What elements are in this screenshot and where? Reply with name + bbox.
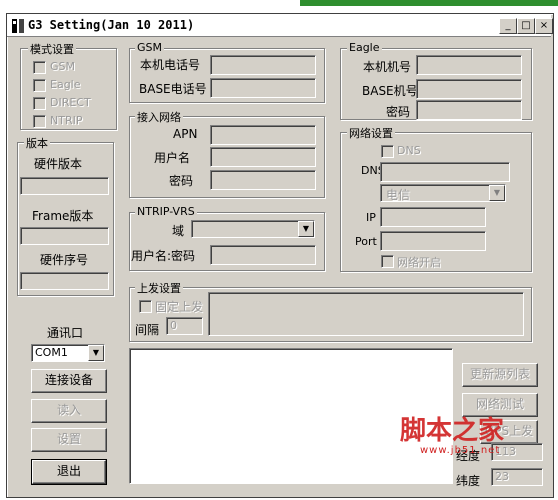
network-settings-group-title: 网络设置 — [347, 125, 395, 141]
password-label: 密码 — [169, 174, 194, 188]
chevron-down-icon[interactable]: ▼ — [298, 221, 314, 237]
eagle-password-label: 密码 — [386, 105, 411, 119]
comm-port-value: COM1 — [35, 346, 68, 359]
base-phone-label: BASE电话号 — [139, 82, 207, 96]
domain-label: 域 — [172, 224, 185, 238]
user-password-label: 用户名:密码 — [131, 249, 196, 263]
local-phone-label: 本机电话号 — [140, 58, 201, 72]
window-title: G3 Setting(Jan 10 2011) — [28, 18, 195, 32]
chevron-down-icon[interactable]: ▼ — [88, 345, 104, 361]
frame-version-label: Frame版本 — [32, 209, 94, 223]
ntrip-label: NTRIP — [50, 114, 83, 127]
username-field[interactable] — [210, 147, 316, 167]
eagle-label: Eagle — [50, 78, 81, 91]
eagle-group-title: Eagle — [347, 41, 382, 54]
fixed-upload-checkbox[interactable] — [139, 300, 152, 313]
dns-checkbox-label: DNS — [397, 144, 421, 157]
hardware-version-label: 硬件版本 — [34, 157, 83, 171]
apn-label: APN — [173, 127, 198, 141]
settings-button[interactable]: 设置 — [31, 428, 107, 452]
latitude-field[interactable]: 23 — [491, 468, 543, 486]
connect-device-button[interactable]: 连接设备 — [31, 369, 107, 393]
dns-field[interactable] — [380, 162, 510, 182]
latitude-label: 纬度 — [456, 474, 481, 488]
network-open-checkbox[interactable] — [381, 255, 394, 268]
close-button[interactable]: × — [535, 18, 553, 34]
frame-version-field — [20, 227, 109, 245]
ntrip-group-title: NTRIP-VRS — [135, 205, 197, 218]
ip-field[interactable] — [380, 207, 486, 227]
eagle-password-field[interactable] — [416, 100, 522, 120]
apn-field[interactable] — [210, 125, 316, 145]
base-machine-field[interactable] — [416, 79, 522, 99]
read-button[interactable]: 读入 — [31, 399, 107, 423]
machine-number-label: 本机机号 — [363, 60, 412, 74]
app-icon — [12, 19, 24, 33]
background-green-bar — [300, 0, 558, 6]
upload-content-area[interactable] — [208, 292, 524, 336]
watermark-url: www.jb51.net — [420, 445, 501, 456]
interval-field[interactable]: 0 — [166, 317, 203, 335]
gsm-group-title: GSM — [135, 41, 164, 54]
hardware-serial-label: 硬件序号 — [40, 253, 89, 267]
latitude-value: 23 — [495, 470, 509, 483]
dns-checkbox[interactable] — [381, 145, 394, 158]
domain-select[interactable]: ▼ — [191, 220, 315, 238]
local-phone-field[interactable] — [210, 55, 316, 75]
watermark-logo: 脚本之家 — [400, 416, 505, 446]
hardware-serial-field — [20, 272, 109, 290]
direct-label: DIRECT — [50, 96, 91, 109]
fixed-upload-label: 固定上发 — [155, 300, 204, 314]
maximize-button[interactable]: □ — [517, 18, 535, 34]
eagle-checkbox[interactable] — [33, 79, 46, 92]
carrier-value: 电信 — [386, 188, 411, 202]
machine-number-field[interactable] — [416, 55, 522, 75]
mode-group-title: 模式设置 — [28, 41, 76, 57]
carrier-select[interactable]: 电信 ▼ — [380, 184, 506, 202]
direct-checkbox[interactable] — [33, 97, 46, 110]
hardware-version-field — [20, 177, 109, 195]
interval-value: 0 — [170, 319, 177, 332]
comm-port-label: 通讯口 — [47, 326, 84, 340]
gsm-checkbox[interactable] — [33, 61, 46, 74]
version-group-title: 版本 — [24, 135, 50, 151]
port-label: Port — [355, 235, 377, 248]
exit-button[interactable]: 退出 — [31, 459, 107, 485]
ntrip-checkbox[interactable] — [33, 115, 46, 128]
comm-port-select[interactable]: COM1 ▼ — [31, 344, 105, 362]
username-label: 用户名 — [154, 151, 191, 165]
network-open-label: 网络开启 — [397, 256, 441, 269]
network-settings-group — [340, 132, 532, 272]
ip-label: IP — [366, 211, 376, 224]
user-password-field[interactable] — [210, 245, 316, 265]
port-field[interactable] — [380, 231, 486, 251]
minimize-button[interactable]: _ — [499, 18, 517, 34]
access-network-group-title: 接入网络 — [135, 109, 183, 125]
upload-settings-group-title: 上发设置 — [135, 280, 183, 296]
chevron-down-icon[interactable]: ▼ — [489, 185, 505, 201]
password-field[interactable] — [210, 170, 316, 190]
gsm-label: GSM — [50, 60, 75, 73]
update-source-list-button[interactable]: 更新源列表 — [462, 363, 538, 387]
interval-label: 间隔 — [135, 323, 160, 337]
base-machine-label: BASE机号 — [362, 84, 418, 98]
base-phone-field[interactable] — [210, 78, 316, 98]
